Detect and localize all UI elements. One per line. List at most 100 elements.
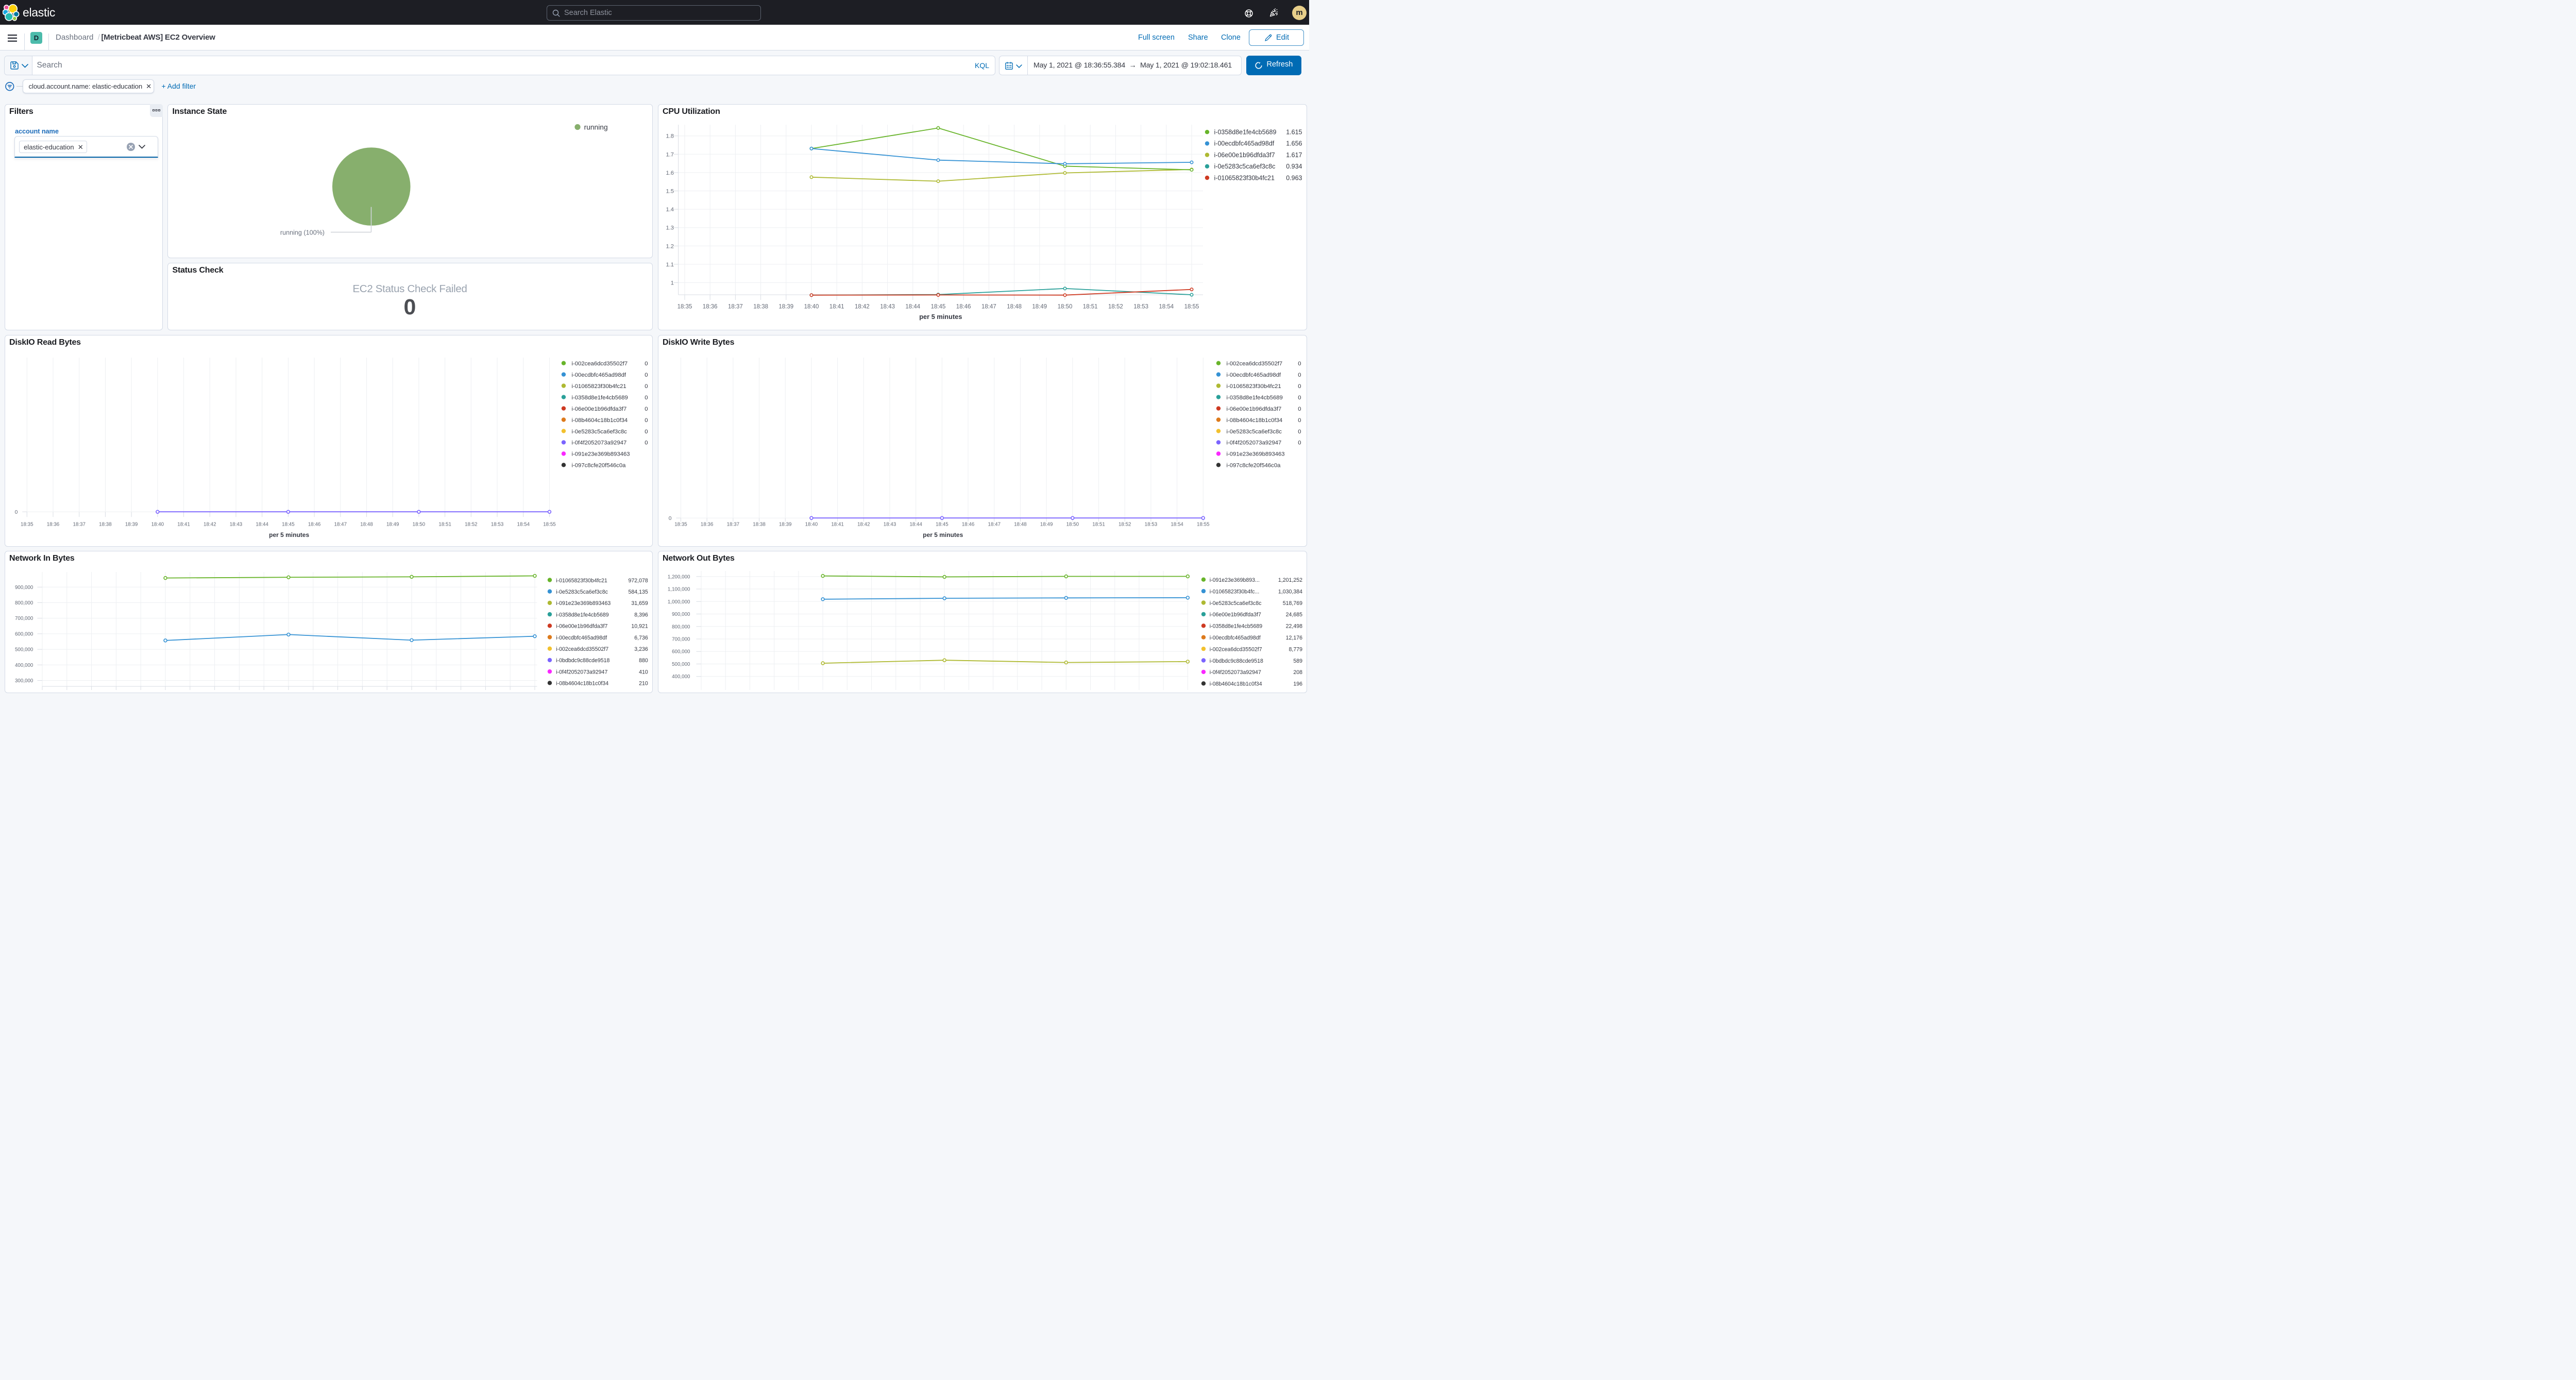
svg-text:0: 0 [645, 406, 648, 412]
svg-text:0: 0 [1298, 440, 1301, 446]
svg-text:18:47: 18:47 [981, 304, 996, 310]
svg-text:18:53: 18:53 [491, 522, 504, 528]
svg-text:18:35: 18:35 [21, 522, 33, 528]
svg-text:1.615: 1.615 [1286, 129, 1302, 136]
svg-text:0: 0 [669, 516, 672, 521]
svg-text:700,000: 700,000 [15, 616, 33, 621]
svg-text:18:52: 18:52 [465, 522, 478, 528]
svg-text:18:47: 18:47 [334, 522, 347, 528]
svg-text:per 5 minutes: per 5 minutes [923, 531, 963, 538]
svg-text:i-00ecdbfc465ad98df: i-00ecdbfc465ad98df [1210, 635, 1261, 641]
svg-text:i-0358d8e1fe4cb5689: i-0358d8e1fe4cb5689 [1227, 395, 1283, 401]
svg-text:0: 0 [1298, 417, 1301, 424]
svg-text:per 5 minutes: per 5 minutes [919, 313, 962, 321]
svg-text:1.1: 1.1 [666, 262, 674, 268]
svg-text:3,236: 3,236 [634, 646, 648, 652]
svg-text:210: 210 [639, 681, 648, 687]
svg-text:18:45: 18:45 [931, 304, 946, 310]
svg-text:18:51: 18:51 [438, 522, 451, 528]
svg-text:1,000,000: 1,000,000 [668, 599, 690, 605]
svg-text:0: 0 [645, 440, 648, 446]
svg-text:18:35: 18:35 [677, 304, 692, 310]
svg-text:18:55: 18:55 [543, 522, 556, 528]
svg-text:i-01065823f30b4fc21: i-01065823f30b4fc21 [572, 383, 626, 390]
svg-text:i-0bdbdc9c88cde9518: i-0bdbdc9c88cde9518 [1210, 658, 1263, 664]
svg-text:i-091e23e369b893463: i-091e23e369b893463 [1227, 451, 1285, 458]
svg-text:584,135: 584,135 [629, 589, 648, 595]
svg-text:18:52: 18:52 [1118, 522, 1131, 528]
svg-text:18:45: 18:45 [282, 522, 295, 528]
svg-text:18:37: 18:37 [728, 304, 743, 310]
svg-text:i-002cea6dcd35502f7: i-002cea6dcd35502f7 [572, 361, 628, 367]
svg-text:18:51: 18:51 [1083, 304, 1098, 310]
svg-text:18:55: 18:55 [1197, 522, 1210, 528]
svg-text:i-00ecdbfc465ad98df: i-00ecdbfc465ad98df [1214, 140, 1275, 147]
svg-text:i-08b4604c18b1c0f34: i-08b4604c18b1c0f34 [1210, 681, 1262, 687]
svg-text:i-091e23e369b893463: i-091e23e369b893463 [572, 451, 630, 458]
svg-text:i-0bdbdc9c88cde9518: i-0bdbdc9c88cde9518 [556, 658, 609, 664]
svg-text:0.963: 0.963 [1286, 174, 1302, 181]
svg-text:i-0f4f2052073a92947: i-0f4f2052073a92947 [1227, 440, 1282, 446]
svg-text:i-06e00e1b96dfda3f7: i-06e00e1b96dfda3f7 [572, 406, 627, 412]
svg-text:18:48: 18:48 [1014, 522, 1027, 528]
svg-text:1.7: 1.7 [666, 152, 674, 158]
svg-text:i-01065823f30b4fc21: i-01065823f30b4fc21 [1227, 383, 1281, 390]
svg-text:i-00ecdbfc465ad98df: i-00ecdbfc465ad98df [572, 372, 626, 378]
svg-text:18:41: 18:41 [177, 522, 190, 528]
svg-text:0: 0 [15, 510, 18, 515]
svg-text:i-08b4604c18b1c0f34: i-08b4604c18b1c0f34 [1227, 417, 1283, 424]
svg-text:0: 0 [645, 361, 648, 367]
svg-text:18:39: 18:39 [779, 522, 792, 528]
svg-text:i-002cea6dcd35502f7: i-002cea6dcd35502f7 [1210, 646, 1262, 652]
svg-text:i-097c8cfe20f546c0a: i-097c8cfe20f546c0a [572, 463, 626, 469]
svg-text:0: 0 [645, 417, 648, 424]
svg-text:0: 0 [645, 429, 648, 435]
svg-text:18:36: 18:36 [701, 522, 714, 528]
svg-text:800,000: 800,000 [15, 600, 33, 606]
svg-text:589: 589 [1293, 658, 1302, 664]
svg-text:0: 0 [1298, 361, 1301, 367]
svg-text:i-0e5283c5ca6ef3c8c: i-0e5283c5ca6ef3c8c [556, 589, 608, 595]
svg-text:18:36: 18:36 [47, 522, 60, 528]
svg-text:18:38: 18:38 [99, 522, 112, 528]
svg-text:18:48: 18:48 [360, 522, 373, 528]
svg-text:1,200,000: 1,200,000 [668, 574, 690, 580]
svg-text:18:49: 18:49 [1032, 304, 1047, 310]
svg-text:0: 0 [1298, 383, 1301, 390]
svg-text:196: 196 [1293, 681, 1302, 687]
svg-text:18:45: 18:45 [936, 522, 948, 528]
svg-text:i-0358d8e1fe4cb5689: i-0358d8e1fe4cb5689 [1210, 624, 1263, 630]
svg-text:18:42: 18:42 [204, 522, 216, 528]
svg-text:i-0358d8e1fe4cb5689: i-0358d8e1fe4cb5689 [572, 395, 628, 401]
svg-text:18:51: 18:51 [1092, 522, 1105, 528]
svg-text:18:49: 18:49 [1040, 522, 1053, 528]
svg-text:18:46: 18:46 [956, 304, 971, 310]
svg-text:18:39: 18:39 [778, 304, 793, 310]
svg-text:i-097c8cfe20f546c0a: i-097c8cfe20f546c0a [1227, 463, 1281, 469]
svg-text:1.8: 1.8 [666, 133, 674, 140]
svg-text:18:49: 18:49 [386, 522, 399, 528]
svg-text:1,030,384: 1,030,384 [1278, 588, 1302, 595]
svg-text:running (100%): running (100%) [280, 229, 325, 237]
svg-text:410: 410 [639, 669, 648, 675]
svg-text:18:40: 18:40 [804, 304, 819, 310]
svg-text:18:41: 18:41 [829, 304, 844, 310]
svg-text:18:52: 18:52 [1108, 304, 1123, 310]
svg-text:18:40: 18:40 [151, 522, 164, 528]
svg-text:i-0e5283c5ca6ef3c8c: i-0e5283c5ca6ef3c8c [1227, 429, 1282, 435]
svg-text:18:37: 18:37 [73, 522, 86, 528]
svg-text:18:53: 18:53 [1145, 522, 1158, 528]
svg-text:18:43: 18:43 [230, 522, 243, 528]
svg-text:8,396: 8,396 [634, 612, 648, 618]
svg-text:18:55: 18:55 [1184, 304, 1199, 310]
svg-text:300,000: 300,000 [15, 678, 33, 684]
svg-text:31,659: 31,659 [631, 600, 648, 607]
svg-text:18:41: 18:41 [831, 522, 844, 528]
svg-text:1.2: 1.2 [666, 243, 674, 249]
svg-text:18:40: 18:40 [805, 522, 818, 528]
svg-text:1.3: 1.3 [666, 225, 674, 231]
svg-text:1,201,252: 1,201,252 [1278, 577, 1302, 583]
svg-text:0: 0 [1298, 372, 1301, 378]
svg-text:0: 0 [1298, 395, 1301, 401]
svg-text:900,000: 900,000 [15, 585, 33, 591]
